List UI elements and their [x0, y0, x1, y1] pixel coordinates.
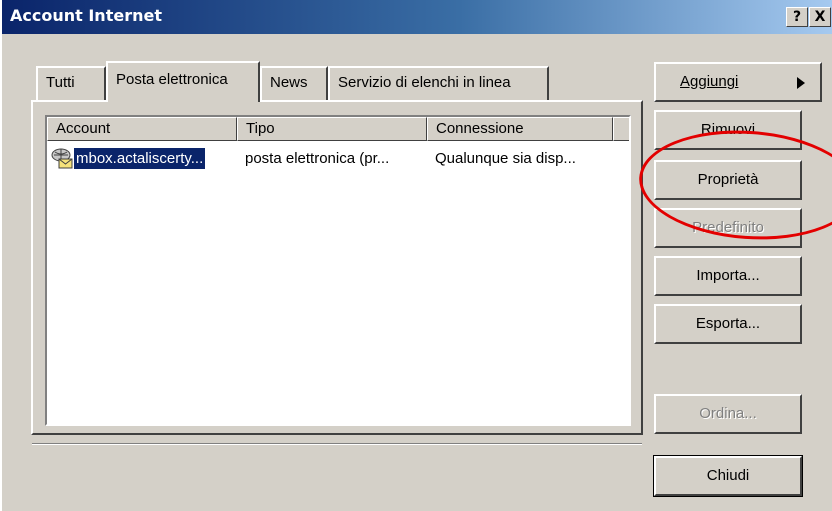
row-account-cell[interactable]: mbox.actaliscerty... [74, 147, 206, 171]
aggiungi-label: Aggiungi [680, 73, 739, 90]
accounts-list[interactable]: Account Tipo Connessione mbox.actaliscer… [45, 115, 631, 426]
tab-tutti[interactable]: Tutti [36, 66, 106, 100]
tab-servizio-elenchi[interactable]: Servizio di elenchi in linea [328, 66, 549, 100]
account-internet-dialog: Account Internet ? X Tutti Posta elettro… [0, 0, 832, 511]
tab-news[interactable]: News [260, 66, 328, 100]
aggiungi-button[interactable]: Aggiungi [654, 62, 822, 102]
title-bar: Account Internet ? X [2, 0, 832, 34]
chiudi-button[interactable]: Chiudi [653, 455, 803, 497]
column-header-account[interactable]: Account [47, 117, 237, 141]
tab-posta-elettronica[interactable]: Posta elettronica [106, 61, 260, 102]
window-title: Account Internet [10, 6, 162, 25]
ordina-button[interactable]: Ordina... [654, 394, 802, 434]
triangle-right-icon [797, 77, 805, 89]
importa-button[interactable]: Importa... [654, 256, 802, 296]
mail-account-icon [50, 147, 74, 171]
column-header-tipo[interactable]: Tipo [237, 117, 427, 141]
row-tipo-cell: posta elettronica (pr... [245, 150, 390, 167]
help-button[interactable]: ? [786, 7, 808, 27]
column-header-connessione[interactable]: Connessione [427, 117, 613, 141]
row-connessione-cell: Qualunque sia disp... [435, 150, 576, 167]
close-window-button[interactable]: X [809, 7, 831, 27]
separator-line [32, 443, 642, 445]
column-header-filler [613, 117, 629, 141]
esporta-button[interactable]: Esporta... [654, 304, 802, 344]
